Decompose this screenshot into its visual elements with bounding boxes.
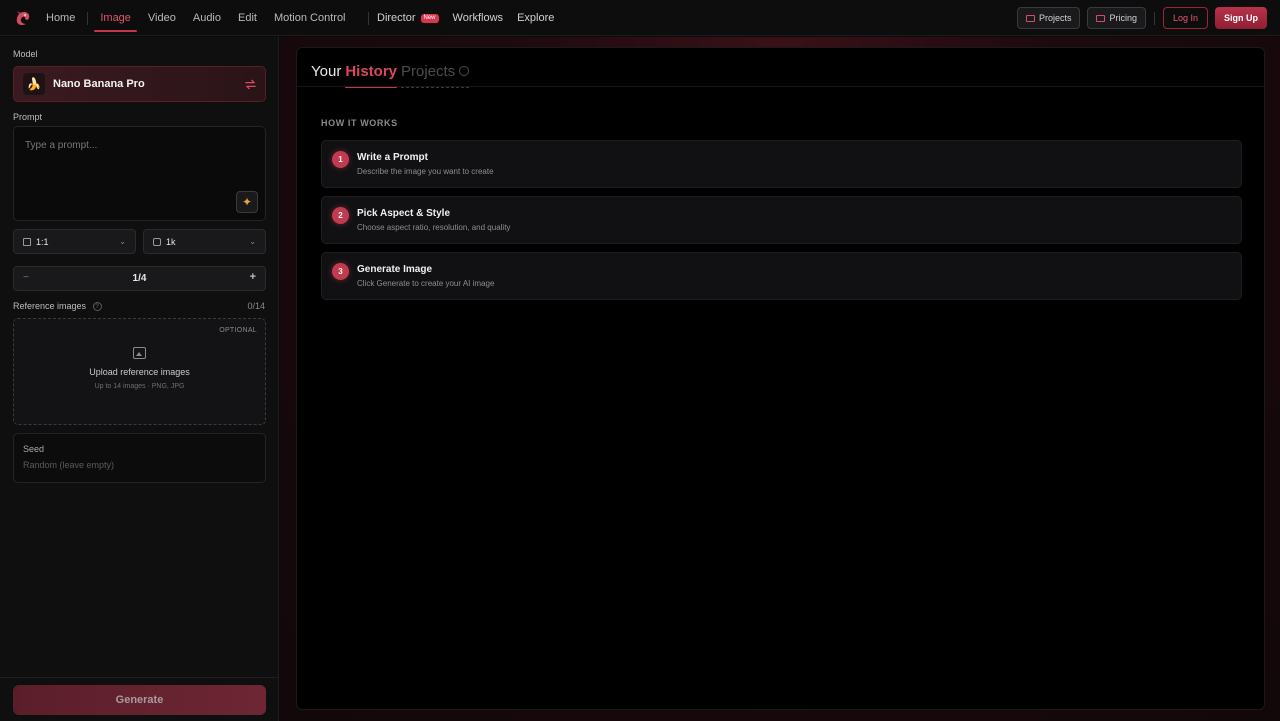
resolution-value: 1k	[166, 236, 176, 247]
step-title: Generate Image	[357, 264, 433, 275]
image-count-stepper: − 1/4 +	[13, 266, 266, 291]
step-description: Choose aspect ratio, resolution, and qua…	[357, 223, 511, 232]
main-area: Your History Projects HOW IT WORKS 1 Wri…	[280, 37, 1280, 721]
folder-icon	[1025, 14, 1035, 22]
signup-button[interactable]: Sign Up	[1215, 7, 1267, 29]
reference-images-label-text: Reference images	[13, 301, 87, 311]
nav-image[interactable]: Image	[94, 0, 137, 36]
step-title: Write a Prompt	[357, 152, 428, 163]
decrement-button[interactable]: −	[23, 272, 29, 283]
nav-director[interactable]: Director New	[377, 12, 439, 24]
reference-upload-dropzone[interactable]: OPTIONAL Upload reference images Up to 1…	[13, 318, 266, 425]
nav-explore[interactable]: Explore	[517, 12, 554, 24]
generation-sidebar: Model 🍌 Nano Banana Pro Prompt ✦ 1:1 ⌄ 1…	[0, 37, 279, 721]
step-number: 1	[332, 151, 349, 168]
credit-card-icon	[1096, 14, 1106, 22]
seed-label: Seed	[23, 444, 45, 454]
how-it-works-heading: HOW IT WORKS	[321, 118, 398, 128]
monitor-icon	[153, 237, 161, 246]
nav-director-label: Director	[377, 12, 416, 24]
nav-motion-control[interactable]: Motion Control	[274, 0, 346, 36]
nav-divider	[1153, 11, 1155, 25]
generate-button[interactable]: Generate	[13, 685, 266, 715]
pricing-button-label: Pricing	[1109, 13, 1137, 23]
tab-projects[interactable]: Projects	[401, 63, 470, 88]
how-it-works-step: 1 Write a Prompt Describe the image you …	[321, 140, 1242, 188]
brand-logo-icon[interactable]	[13, 8, 33, 28]
nav-video[interactable]: Video	[148, 0, 176, 36]
model-name: Nano Banana Pro	[53, 78, 145, 90]
login-button[interactable]: Log In	[1162, 7, 1208, 29]
how-it-works-step: 2 Pick Aspect & Style Choose aspect rati…	[321, 196, 1242, 244]
pricing-button[interactable]: Pricing	[1087, 7, 1146, 29]
tab-projects-label: Projects	[401, 63, 456, 80]
aspect-ratio-value: 1:1	[36, 236, 49, 247]
divider	[297, 86, 1264, 87]
chevron-down-icon: ⌄	[119, 237, 126, 246]
step-title: Pick Aspect & Style	[357, 208, 451, 219]
aspect-ratio-icon	[23, 237, 31, 246]
nav-divider	[367, 11, 369, 25]
upload-title: Upload reference images	[89, 367, 190, 377]
projects-button-label: Projects	[1038, 13, 1072, 23]
prompt-container: ✦	[13, 126, 266, 221]
step-description: Click Generate to create your AI image	[357, 279, 495, 288]
optional-tag: OPTIONAL	[219, 327, 257, 334]
tabs-prefix: Your	[311, 63, 342, 80]
sparkle-icon: ✦	[241, 195, 253, 209]
prompt-label: Prompt	[13, 112, 43, 122]
image-count-value: 1/4	[132, 273, 147, 284]
history-tabs: Your History Projects	[311, 63, 473, 88]
aspect-ratio-select[interactable]: 1:1 ⌄	[13, 229, 136, 254]
top-nav: Home Image Video Audio Edit Motion Contr…	[0, 0, 1280, 36]
nav-home[interactable]: Home	[46, 0, 75, 36]
seed-field-container: Seed	[13, 433, 266, 483]
projects-button[interactable]: Projects	[1016, 7, 1081, 29]
new-badge: New	[420, 13, 439, 23]
how-it-works-step: 3 Generate Image Click Generate to creat…	[321, 252, 1242, 300]
resolution-select[interactable]: 1k ⌄	[143, 229, 266, 254]
nav-edit[interactable]: Edit	[238, 0, 257, 36]
swap-icon[interactable]	[244, 78, 257, 91]
reference-images-label: Reference images ?	[13, 301, 102, 312]
upload-subtitle: Up to 14 images · PNG, JPG	[94, 383, 185, 390]
history-panel: Your History Projects HOW IT WORKS 1 Wri…	[296, 47, 1265, 710]
secondary-nav: Director New Workflows Explore	[377, 0, 568, 36]
step-number: 3	[332, 263, 349, 280]
step-number: 2	[332, 207, 349, 224]
enhance-prompt-button[interactable]: ✦	[236, 191, 258, 213]
account-nav: Projects Pricing Log In Sign Up	[1016, 7, 1267, 29]
nav-divider	[87, 11, 89, 25]
nav-audio[interactable]: Audio	[193, 0, 221, 36]
generate-footer: Generate	[0, 677, 279, 721]
banana-icon: 🍌	[23, 73, 45, 95]
model-selector[interactable]: 🍌 Nano Banana Pro	[13, 66, 266, 102]
help-icon[interactable]: ?	[92, 302, 102, 312]
step-description: Describe the image you want to create	[357, 167, 494, 176]
model-label: Model	[13, 49, 38, 59]
prompt-input[interactable]	[14, 127, 265, 220]
main-nav: Home Image Video Audio Edit Motion Contr…	[46, 0, 397, 36]
image-icon	[133, 347, 146, 359]
info-icon	[459, 66, 470, 77]
chevron-down-icon: ⌄	[249, 237, 256, 246]
seed-input[interactable]	[23, 460, 253, 470]
tab-history[interactable]: History	[345, 63, 397, 88]
reference-images-count: 0/14	[247, 301, 265, 311]
nav-workflows[interactable]: Workflows	[453, 12, 504, 24]
increment-button[interactable]: +	[250, 271, 256, 283]
